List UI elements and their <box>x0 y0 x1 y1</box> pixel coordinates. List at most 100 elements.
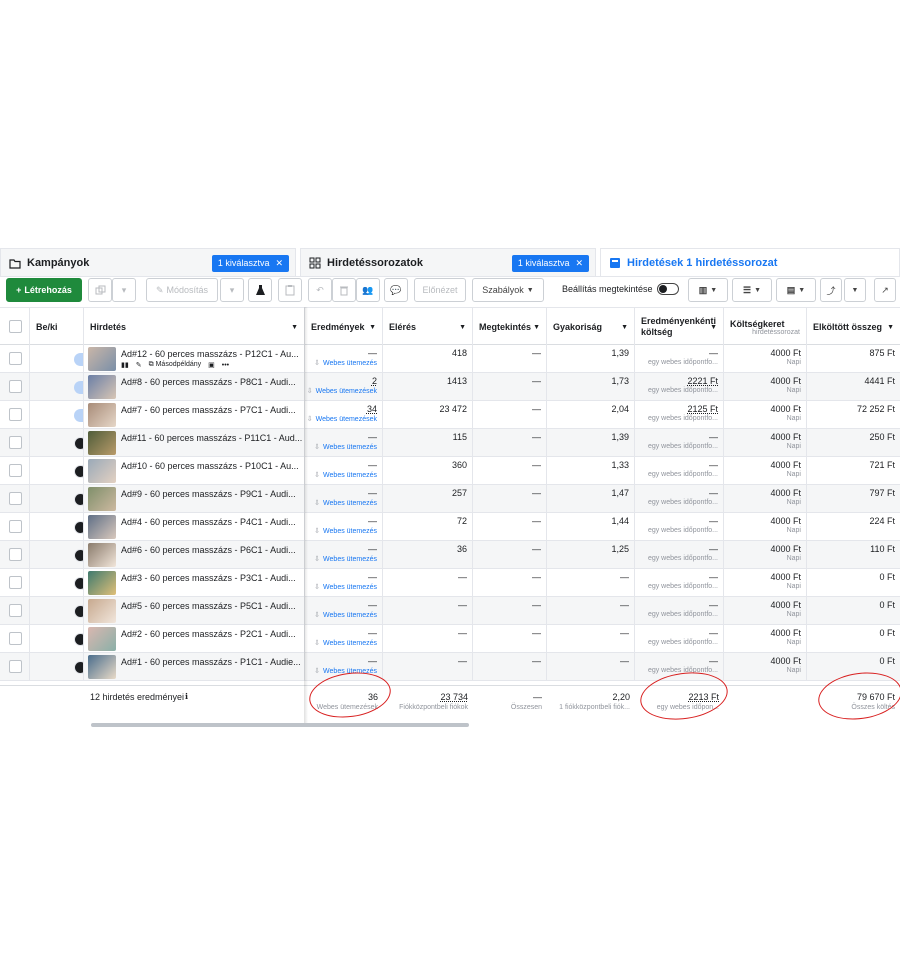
table-row[interactable]: Ad#5 - 60 perces masszázs - P5C1 - Audi.… <box>0 597 900 625</box>
row-checkbox[interactable] <box>9 408 22 421</box>
edit-button[interactable]: ✎ Módosítás <box>146 278 218 302</box>
header-onoff[interactable]: Be/ki <box>30 308 84 346</box>
duplicate-action[interactable]: ⧉ Másodpéldány <box>149 361 202 369</box>
ad-thumbnail[interactable] <box>88 487 116 511</box>
ad-name[interactable]: Ad#3 - 60 perces masszázs - P3C1 - Audi.… <box>121 573 296 583</box>
table-row[interactable]: Ad#3 - 60 perces masszázs - P3C1 - Audi.… <box>0 569 900 597</box>
table-row[interactable]: Ad#6 - 60 perces masszázs - P6C1 - Audi.… <box>0 541 900 569</box>
duplicate-menu-button[interactable]: ▾ <box>112 278 136 302</box>
ad-thumbnail[interactable] <box>88 571 116 595</box>
close-icon[interactable]: ✕ <box>575 258 583 269</box>
table-row[interactable]: Ad#4 - 60 perces masszázs - P4C1 - Audi.… <box>0 513 900 541</box>
ad-thumbnail[interactable] <box>88 403 116 427</box>
cost-per-result-value[interactable]: 2125 Ft <box>687 404 718 414</box>
row-checkbox[interactable] <box>9 632 22 645</box>
ad-thumbnail[interactable] <box>88 375 116 399</box>
reports-button[interactable]: ▤ ▼ <box>776 278 816 302</box>
ad-name[interactable]: Ad#10 - 60 perces masszázs - P10C1 - Au.… <box>121 461 299 471</box>
ad-thumbnail[interactable] <box>88 431 116 455</box>
ad-name[interactable]: Ad#2 - 60 perces masszázs - P2C1 - Audi.… <box>121 629 296 639</box>
row-checkbox[interactable] <box>9 576 22 589</box>
results-value[interactable]: 2 <box>372 376 377 386</box>
tab-campaigns[interactable]: Kampányok 1 kiválasztva ✕ <box>0 248 296 277</box>
delivery-toggle[interactable] <box>74 577 83 590</box>
footer-reach-value[interactable]: 23 734 <box>440 692 468 702</box>
table-row[interactable]: Ad#11 - 60 perces masszázs - P11C1 - Aud… <box>0 429 900 457</box>
cost-per-result-value[interactable]: 2221 Ft <box>687 376 718 386</box>
export-menu-button[interactable]: ▼ <box>844 278 866 302</box>
delivery-toggle[interactable] <box>74 381 83 394</box>
breakdown-button[interactable]: ☰ ▼ <box>732 278 772 302</box>
ab-test-button[interactable] <box>248 278 272 302</box>
table-row[interactable]: Ad#12 - 60 perces masszázs - P12C1 - Au.… <box>0 345 900 373</box>
more-icon[interactable]: ••• <box>222 362 229 369</box>
ad-name[interactable]: Ad#4 - 60 perces masszázs - P4C1 - Audi.… <box>121 517 296 527</box>
results-value[interactable]: 34 <box>367 404 377 414</box>
ad-name[interactable]: Ad#9 - 60 perces masszázs - P9C1 - Audi.… <box>121 489 296 499</box>
ad-name[interactable]: Ad#5 - 60 perces masszázs - P5C1 - Audi.… <box>121 601 296 611</box>
delivery-toggle[interactable] <box>74 661 83 674</box>
header-budget[interactable]: Költségkeret hirdetéssorozat <box>724 308 807 346</box>
view-settings-toggle[interactable]: Beállítás megtekintése <box>562 283 679 295</box>
header-frequency[interactable]: Gyakoriság ▼ <box>547 308 635 346</box>
pencil-icon[interactable]: ✎ <box>136 361 142 369</box>
export-button[interactable]: ⤴ <box>820 278 842 302</box>
table-row[interactable]: Ad#2 - 60 perces masszázs - P2C1 - Audi.… <box>0 625 900 653</box>
table-row[interactable]: Ad#7 - 60 perces masszázs - P7C1 - Audi.… <box>0 401 900 429</box>
columns-button[interactable]: ▥ ▼ <box>688 278 728 302</box>
header-reach[interactable]: Elérés ▼ <box>383 308 473 346</box>
info-icon[interactable]: ℹ <box>185 692 188 701</box>
delete-button[interactable] <box>332 278 356 302</box>
ad-thumbnail[interactable] <box>88 599 116 623</box>
ad-name[interactable]: Ad#7 - 60 perces masszázs - P7C1 - Audi.… <box>121 405 296 415</box>
toggle-switch[interactable] <box>656 283 679 295</box>
chart-icon[interactable]: ▮▮ <box>121 361 129 369</box>
tab-adsets[interactable]: Hirdetéssorozatok 1 kiválasztva ✕ <box>300 248 596 277</box>
row-checkbox[interactable] <box>9 380 22 393</box>
header-ad[interactable]: Hirdetés ▼ <box>84 308 305 346</box>
delivery-toggle[interactable] <box>74 353 83 366</box>
close-icon[interactable]: ✕ <box>275 258 283 269</box>
duplicate-button[interactable] <box>88 278 112 302</box>
delivery-toggle[interactable] <box>74 493 83 506</box>
image-icon[interactable]: ▣ <box>208 361 215 369</box>
table-row[interactable]: Ad#1 - 60 perces masszázs - P1C1 - Audie… <box>0 653 900 681</box>
create-button[interactable]: + Létrehozás <box>6 278 82 302</box>
ad-thumbnail[interactable] <box>88 543 116 567</box>
edit-menu-button[interactable]: ▾ <box>220 278 244 302</box>
row-checkbox[interactable] <box>9 436 22 449</box>
rules-button[interactable]: Szabályok ▼ <box>472 278 544 302</box>
ad-thumbnail[interactable] <box>88 515 116 539</box>
ad-name[interactable]: Ad#12 - 60 perces masszázs - P12C1 - Au.… <box>121 349 299 359</box>
row-checkbox[interactable] <box>9 492 22 505</box>
charts-button[interactable]: ↗ <box>874 278 896 302</box>
ad-thumbnail[interactable] <box>88 627 116 651</box>
delivery-toggle[interactable] <box>74 437 83 450</box>
ad-name[interactable]: Ad#1 - 60 perces masszázs - P1C1 - Audie… <box>121 657 301 667</box>
preview-button[interactable]: Előnézet <box>414 278 466 302</box>
horizontal-scrollbar[interactable] <box>91 723 469 727</box>
adsets-selected-chip[interactable]: 1 kiválasztva ✕ <box>511 254 589 272</box>
row-checkbox[interactable] <box>9 548 22 561</box>
delivery-toggle[interactable] <box>74 605 83 618</box>
table-row[interactable]: Ad#8 - 60 perces masszázs - P8C1 - Audi.… <box>0 373 900 401</box>
ad-name[interactable]: Ad#6 - 60 perces masszázs - P6C1 - Audi.… <box>121 545 296 555</box>
archive-button[interactable] <box>278 278 302 302</box>
audience-button[interactable]: 👥 <box>356 278 380 302</box>
ad-thumbnail[interactable] <box>88 347 116 371</box>
delivery-toggle[interactable] <box>74 465 83 478</box>
row-checkbox[interactable] <box>9 660 22 673</box>
header-spent[interactable]: Elköltött összeg ▼ <box>807 308 900 346</box>
row-checkbox[interactable] <box>9 604 22 617</box>
header-impressions[interactable]: Megtekintés ▼ <box>473 308 547 346</box>
delivery-toggle[interactable] <box>74 549 83 562</box>
delivery-toggle[interactable] <box>74 521 83 534</box>
delivery-toggle[interactable] <box>74 633 83 646</box>
footer-cost-per-result-value[interactable]: 2213 Ft <box>688 692 719 702</box>
ad-thumbnail[interactable] <box>88 655 116 679</box>
comments-button[interactable]: 💬 <box>384 278 408 302</box>
row-checkbox[interactable] <box>9 520 22 533</box>
undo-button[interactable]: ↶ <box>308 278 332 302</box>
row-checkbox[interactable] <box>9 464 22 477</box>
tab-ads[interactable]: Hirdetések 1 hirdetéssorozat <box>600 248 900 277</box>
